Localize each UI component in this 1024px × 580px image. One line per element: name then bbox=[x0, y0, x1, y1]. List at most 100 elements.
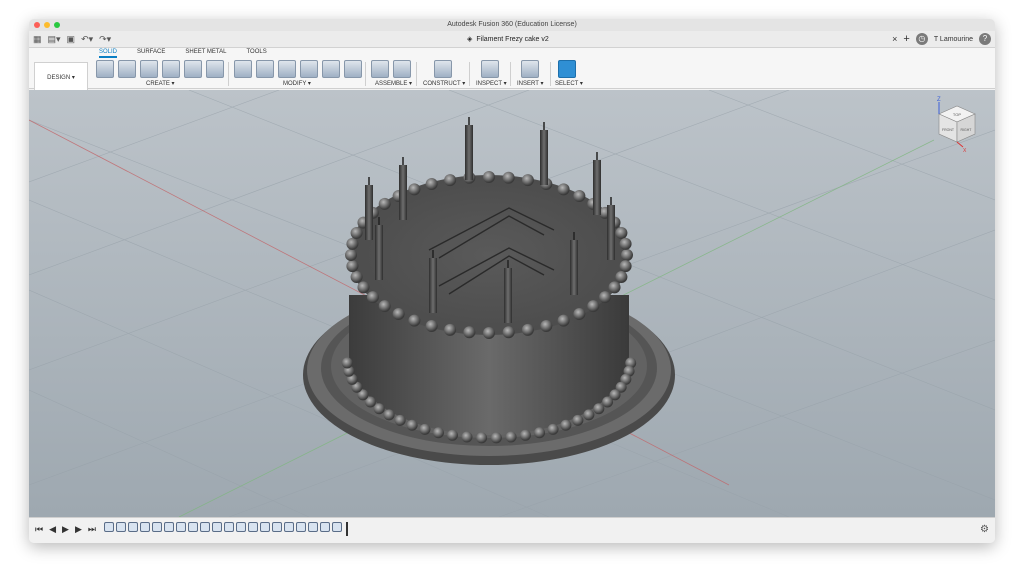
assemble-menu[interactable]: ASSEMBLE ▾ bbox=[375, 80, 412, 87]
timeline-feature[interactable] bbox=[308, 522, 318, 532]
bead bbox=[378, 197, 391, 210]
timeline-feature[interactable] bbox=[284, 522, 294, 532]
play-icon[interactable]: ▶ bbox=[62, 524, 69, 535]
step-forward-icon[interactable]: ▶ bbox=[75, 524, 82, 535]
help-icon[interactable]: ? bbox=[979, 33, 991, 45]
fillet-icon[interactable] bbox=[256, 60, 274, 78]
plus-icon[interactable]: + bbox=[903, 33, 909, 45]
timeline-feature[interactable] bbox=[128, 522, 138, 532]
bead bbox=[547, 423, 559, 435]
3d-canvas[interactable]: TOP FRONT RIGHT Z X bbox=[29, 90, 995, 517]
timeline-marker[interactable] bbox=[346, 522, 348, 536]
timeline-feature[interactable] bbox=[104, 522, 114, 532]
tab-solid[interactable]: SOLID bbox=[99, 49, 118, 58]
timeline-feature[interactable] bbox=[200, 522, 210, 532]
gear-icon[interactable]: ⚙ bbox=[980, 524, 989, 535]
save-icon[interactable]: ▣ bbox=[67, 34, 76, 45]
bead bbox=[615, 270, 628, 283]
document-tab[interactable]: ◈ Filament Frezy cake v2 bbox=[467, 35, 549, 44]
candle bbox=[504, 268, 512, 323]
timeline-feature[interactable] bbox=[248, 522, 258, 532]
bead bbox=[346, 237, 359, 250]
timeline-feature[interactable] bbox=[296, 522, 306, 532]
divider bbox=[416, 62, 417, 86]
bead bbox=[505, 431, 517, 443]
bead bbox=[587, 300, 600, 313]
bead bbox=[490, 432, 502, 444]
tab-surface[interactable]: SURFACE bbox=[137, 49, 165, 58]
timeline-feature[interactable] bbox=[224, 522, 234, 532]
form-icon[interactable] bbox=[206, 60, 224, 78]
extrude-icon[interactable] bbox=[118, 60, 136, 78]
insert-image-icon[interactable] bbox=[521, 60, 539, 78]
hole-icon[interactable] bbox=[162, 60, 180, 78]
ribbon-tabs: SOLID SURFACE SHEET METAL TOOLS bbox=[99, 49, 267, 58]
new-component-icon[interactable] bbox=[371, 60, 389, 78]
clock-icon[interactable]: ◷ bbox=[915, 33, 928, 45]
joint-icon[interactable] bbox=[393, 60, 411, 78]
undo-icon[interactable]: ↶▾ bbox=[81, 34, 93, 45]
zoom-window-button[interactable] bbox=[54, 22, 60, 28]
candle bbox=[570, 240, 578, 295]
timeline-feature[interactable] bbox=[236, 522, 246, 532]
select-arrow-icon[interactable] bbox=[558, 60, 576, 78]
combine-icon[interactable] bbox=[300, 60, 318, 78]
insert-menu[interactable]: INSERT ▾ bbox=[517, 80, 543, 87]
timeline-feature[interactable] bbox=[188, 522, 198, 532]
close-window-button[interactable] bbox=[34, 22, 40, 28]
bead bbox=[383, 409, 395, 421]
modify-menu[interactable]: MODIFY ▾ bbox=[283, 80, 311, 87]
minimize-window-button[interactable] bbox=[44, 22, 50, 28]
inspect-menu[interactable]: INSPECT ▾ bbox=[476, 80, 507, 87]
file-icon[interactable]: ▤▾ bbox=[48, 34, 61, 45]
create-sketch-icon[interactable] bbox=[96, 60, 114, 78]
revolve-icon[interactable] bbox=[140, 60, 158, 78]
timeline-feature[interactable] bbox=[116, 522, 126, 532]
candle bbox=[607, 205, 615, 260]
pattern-icon[interactable] bbox=[184, 60, 202, 78]
shell-icon[interactable] bbox=[278, 60, 296, 78]
go-to-start-icon[interactable]: ⏮ bbox=[35, 524, 43, 535]
create-tools bbox=[96, 60, 224, 78]
tab-tools[interactable]: TOOLS bbox=[246, 49, 266, 58]
construct-menu[interactable]: CONSTRUCT ▾ bbox=[423, 80, 465, 87]
timeline-feature[interactable] bbox=[164, 522, 174, 532]
timeline-feature[interactable] bbox=[140, 522, 150, 532]
user-name[interactable]: T Lamourine bbox=[934, 36, 973, 43]
bead bbox=[608, 281, 621, 294]
cake-top bbox=[349, 175, 629, 335]
quick-access-toolbar: ▦ ▤▾ ▣ ↶▾ ↷▾ bbox=[33, 34, 111, 45]
select-menu[interactable]: SELECT ▾ bbox=[555, 80, 583, 87]
select-tools bbox=[558, 60, 576, 78]
create-menu[interactable]: CREATE ▾ bbox=[146, 80, 175, 87]
workspace-dropdown[interactable]: DESIGN ▾ bbox=[34, 62, 88, 92]
move-icon[interactable] bbox=[344, 60, 362, 78]
offset-plane-icon[interactable] bbox=[434, 60, 452, 78]
tab-sheet-metal[interactable]: SHEET METAL bbox=[185, 49, 226, 58]
go-to-end-icon[interactable]: ⏭ bbox=[88, 524, 96, 535]
candle bbox=[429, 258, 437, 313]
feature-timeline[interactable] bbox=[104, 522, 348, 536]
header-right-tools: × + ◷ T Lamourine ? bbox=[892, 33, 991, 45]
grid-icon[interactable]: ▦ bbox=[33, 34, 42, 45]
step-back-icon[interactable]: ◀ bbox=[49, 524, 56, 535]
redo-icon[interactable]: ↷▾ bbox=[99, 34, 111, 45]
close-icon[interactable]: × bbox=[892, 34, 897, 44]
measure-icon[interactable] bbox=[481, 60, 499, 78]
bead bbox=[406, 419, 418, 431]
timeline-feature[interactable] bbox=[320, 522, 330, 532]
scale-icon[interactable] bbox=[322, 60, 340, 78]
bead bbox=[350, 227, 363, 240]
timeline-feature[interactable] bbox=[272, 522, 282, 532]
toolbar-ribbon: DESIGN ▾ SOLID SURFACE SHEET METAL TOOLS… bbox=[29, 48, 995, 92]
press-pull-icon[interactable] bbox=[234, 60, 252, 78]
timeline-feature[interactable] bbox=[176, 522, 186, 532]
bead bbox=[572, 414, 584, 426]
document-title: Filament Frezy cake v2 bbox=[476, 35, 549, 43]
timeline-feature[interactable] bbox=[152, 522, 162, 532]
timeline-feature[interactable] bbox=[332, 522, 342, 532]
viewcube-right-label: RIGHT bbox=[961, 128, 973, 132]
timeline-feature[interactable] bbox=[212, 522, 222, 532]
bead bbox=[599, 291, 612, 304]
timeline-feature[interactable] bbox=[260, 522, 270, 532]
